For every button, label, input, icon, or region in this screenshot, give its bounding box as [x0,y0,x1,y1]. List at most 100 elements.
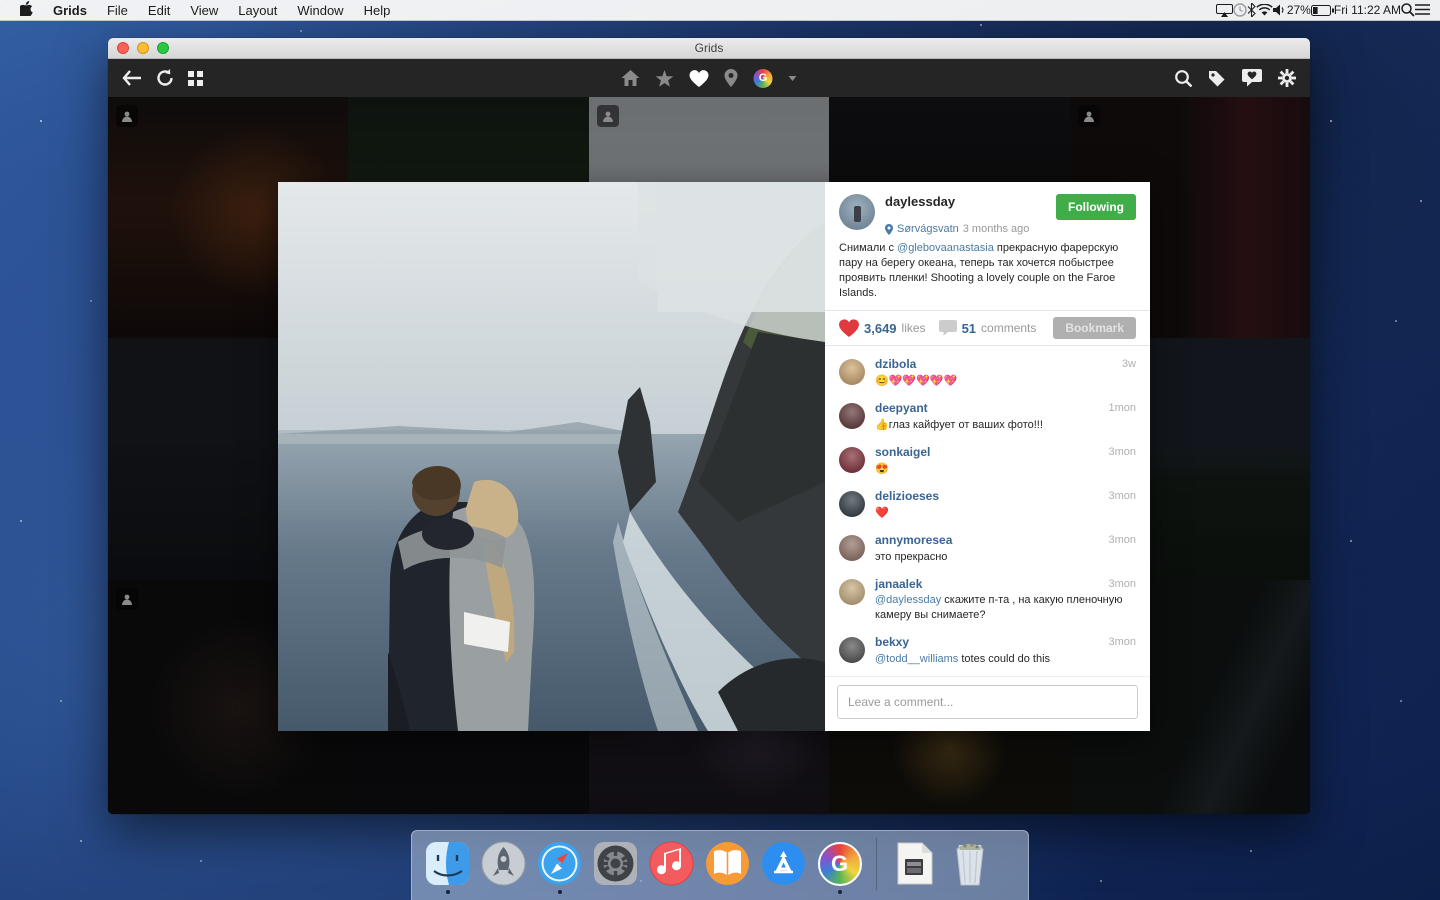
commenter-avatar[interactable] [839,535,865,561]
dock-document-icon[interactable] [890,840,937,887]
dock-ibooks-icon[interactable] [704,840,751,887]
menu-edit[interactable]: Edit [138,3,180,18]
bookmark-button[interactable]: Bookmark [1053,317,1136,339]
dock-grids-icon[interactable]: G [816,840,863,887]
close-button[interactable] [117,42,129,54]
star-icon[interactable] [656,70,674,87]
app-toolbar: G [108,59,1310,97]
commenter-username[interactable]: sonkaigel [875,445,930,461]
commenter-username[interactable]: delizioeses [875,489,939,505]
grid-view-button[interactable] [188,71,203,86]
comment-row: sonkaigel3mon😍 [825,438,1150,482]
dock-trash-icon[interactable] [946,840,993,887]
likes-feed-icon[interactable] [690,70,709,87]
notification-center-icon[interactable] [1415,4,1430,16]
comment-row: bekxy 3mon@todd__williams totes could do … [825,628,1150,672]
comment-timestamp: 3mon [1108,489,1136,505]
comment-mention-link[interactable]: @todd__williams [875,653,961,665]
menu-window[interactable]: Window [287,3,353,18]
commenter-username[interactable]: deepyant [875,401,928,417]
comment-mention-link[interactable]: @daylessday [875,594,944,606]
comment-row: delizioeses 3mon❤️ [825,482,1150,526]
commenter-avatar[interactable] [839,359,865,385]
post-photo[interactable] [278,182,825,731]
commenter-avatar[interactable] [839,637,865,663]
commenter-avatar[interactable] [839,491,865,517]
menu-app-name[interactable]: Grids [43,3,97,18]
activity-icon[interactable] [1242,69,1262,87]
zoom-button[interactable] [157,42,169,54]
comment-text: это прекрасно [875,550,1136,564]
post-location-link[interactable]: Sørvágsvatn [897,223,959,235]
comment-row: deepyant1mon👍глаз кайфует от ваших фото!… [825,394,1150,438]
comment-text: ❤️ [875,506,1136,520]
menu-help[interactable]: Help [354,3,401,18]
commenter-avatar[interactable] [839,579,865,605]
dock-system-preferences-icon[interactable] [592,840,639,887]
caption-mention-link[interactable]: @glebovaanastasia [897,242,994,254]
grids-app-window: Grids G [108,38,1310,814]
comments-bubble-icon[interactable] [939,320,957,336]
post-timestamp: 3 months ago [963,223,1030,235]
comment-row: annymoresea 3monэто прекрасно [825,526,1150,570]
menu-layout[interactable]: Layout [228,3,287,18]
volume-icon[interactable] [1273,4,1287,16]
comment-text: 👍глаз кайфует от ваших фото!!! [875,418,1136,432]
refresh-button[interactable] [156,69,174,87]
comment-input[interactable] [837,685,1138,719]
dock-app-store-icon[interactable] [760,840,807,887]
comments-list[interactable]: dzibola3w😊💖💖💖💖💖deepyant1mon👍глаз кайфует… [825,346,1150,676]
chevron-down-icon[interactable] [789,76,797,81]
likes-label: likes [902,321,926,335]
location-icon[interactable] [725,69,738,87]
post-caption: Снимали с @glebovaanastasia прекрасную ф… [839,241,1136,300]
comment-text: @daylessday скажите п-та , на какую плен… [875,593,1136,622]
running-indicator [838,890,842,894]
comment-timestamp: 3mon [1108,533,1136,549]
commenter-username[interactable]: bekxy [875,635,909,651]
window-titlebar[interactable]: Grids [108,38,1310,59]
commenter-username[interactable]: dzibola [875,357,916,373]
dock-separator [876,838,877,890]
post-author-avatar[interactable] [839,194,875,230]
tags-icon[interactable] [1208,70,1226,87]
menu-view[interactable]: View [180,3,228,18]
commenter-username[interactable]: janaalek [875,577,922,593]
photo-grid-background: daylessday Following Sørvágsvatn 3 month… [108,97,1310,814]
commenter-avatar[interactable] [839,447,865,473]
heart-icon[interactable] [839,319,859,337]
bluetooth-icon[interactable] [1247,3,1256,17]
grids-account-icon[interactable]: G [754,69,773,88]
menu-file[interactable]: File [97,3,138,18]
comment-row: janaalek3mon@daylessday скажите п-та , н… [825,570,1150,628]
dock-itunes-icon[interactable] [648,840,695,887]
search-icon[interactable] [1175,70,1192,87]
comments-label: comments [981,321,1036,335]
comments-count[interactable]: 51 [962,321,976,336]
location-pin-icon [885,224,893,235]
window-title: Grids [108,41,1310,55]
commenter-avatar[interactable] [839,403,865,429]
comment-input-wrap [825,676,1150,731]
minimize-button[interactable] [137,42,149,54]
dock-safari-icon[interactable] [536,840,583,887]
likes-count[interactable]: 3,649 [864,321,897,336]
post-author-username[interactable]: daylessday [885,194,955,209]
settings-gear-icon[interactable] [1278,69,1296,87]
dock-launchpad-icon[interactable] [480,840,527,887]
home-icon[interactable] [622,70,640,86]
comment-timestamp: 3mon [1108,635,1136,651]
apple-menu-icon[interactable] [10,1,43,19]
airplay-icon[interactable] [1216,4,1233,17]
spotlight-icon[interactable] [1401,3,1415,17]
comment-text: @todd__williams totes could do this [875,652,1136,666]
dock-finder-icon[interactable] [424,840,471,887]
commenter-username[interactable]: annymoresea [875,533,952,549]
back-button[interactable] [122,70,142,86]
likes-bar: 3,649 likes 51 comments Bookmark [825,310,1150,346]
battery-percent: 27% [1287,3,1311,17]
time-machine-icon[interactable] [1233,3,1247,17]
following-button[interactable]: Following [1056,194,1136,220]
wifi-icon[interactable] [1256,4,1273,16]
menu-bar: Grids File Edit View Layout Window Help … [0,0,1440,21]
